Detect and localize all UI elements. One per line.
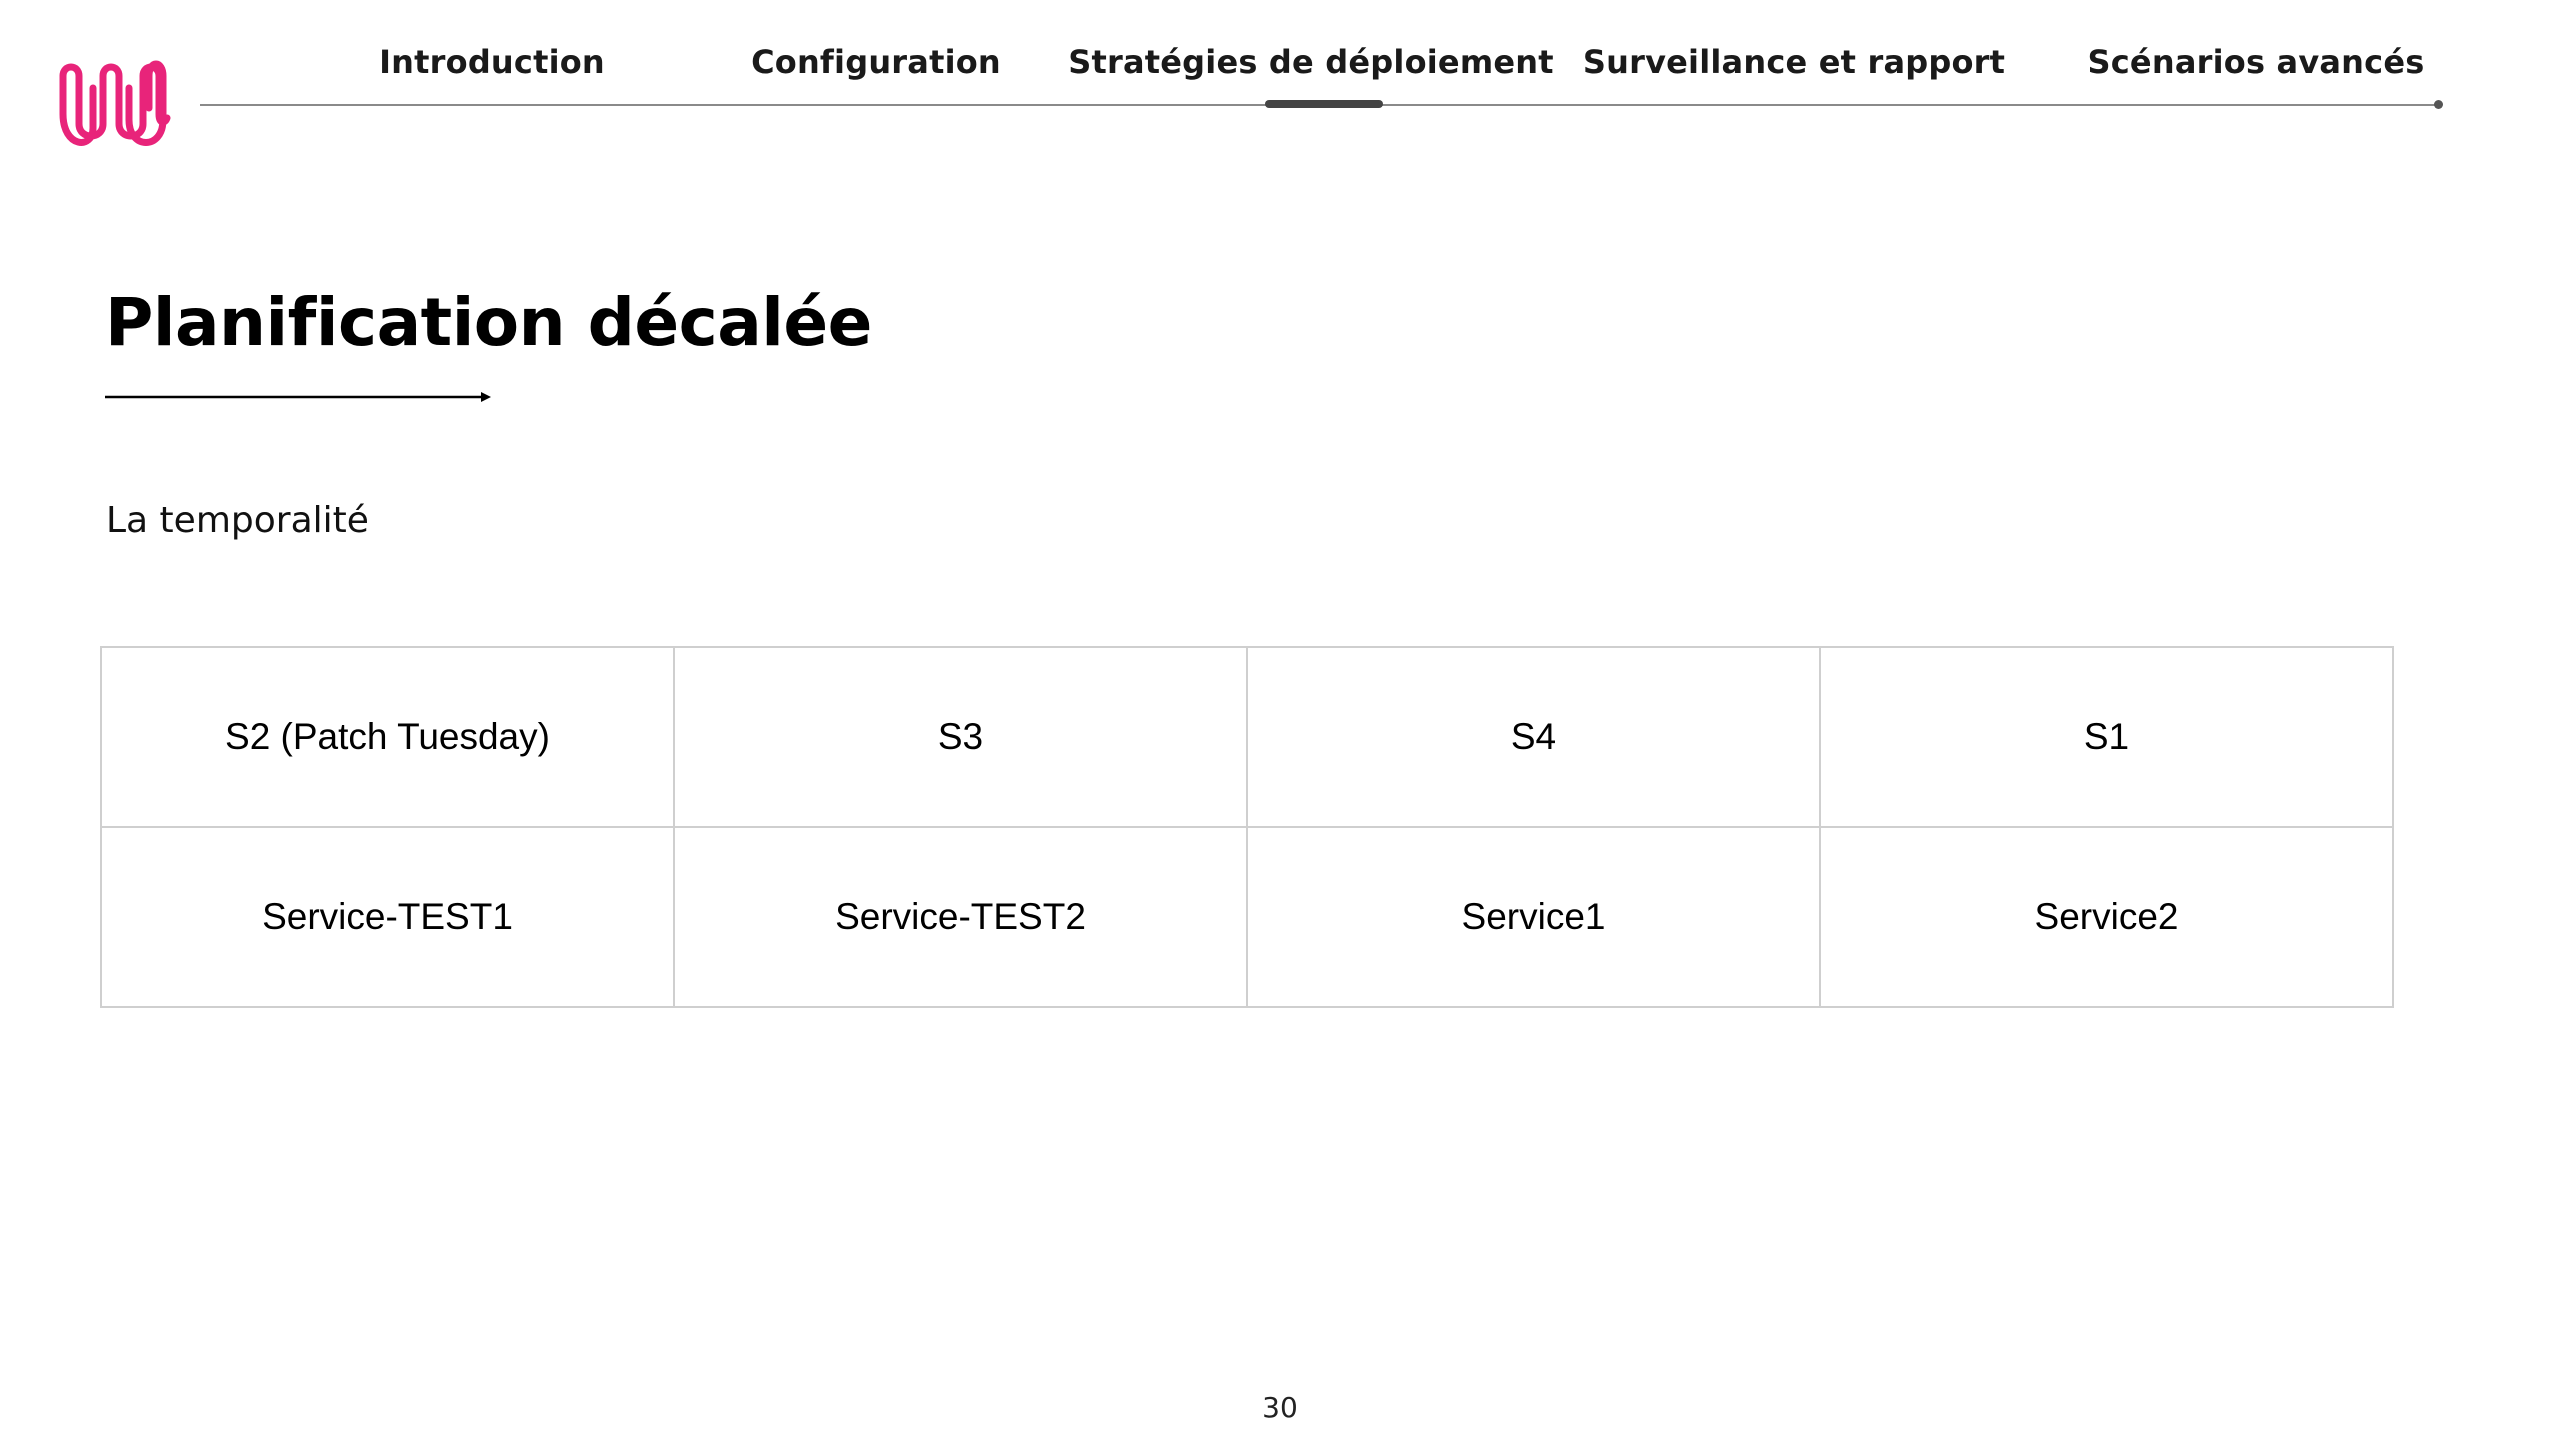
table-cell: Service-TEST1 (100, 826, 675, 1008)
table-row: Service-TEST1 Service-TEST2 Service1 Ser… (100, 826, 2394, 1008)
table-cell: Service-TEST2 (673, 826, 1248, 1008)
nav-item-deployment-strategies[interactable]: Stratégies de déploiement (1068, 40, 1554, 84)
table-row: S2 (Patch Tuesday) S3 S4 S1 (100, 646, 2394, 828)
nav-active-indicator (1265, 100, 1383, 108)
top-navigation: Introduction Configuration Stratégies de… (0, 0, 2560, 120)
nav-item-introduction[interactable]: Introduction (379, 40, 605, 84)
table-cell: S2 (Patch Tuesday) (100, 646, 675, 828)
title-underline-arrow-icon (105, 390, 491, 404)
nav-item-monitoring-reporting[interactable]: Surveillance et rapport (1583, 40, 2005, 84)
table-cell: S4 (1246, 646, 1821, 828)
table-cell: Service2 (1819, 826, 2394, 1008)
nav-line-end-dot (2434, 100, 2443, 109)
nav-item-configuration[interactable]: Configuration (751, 40, 1001, 84)
nav-item-advanced-scenarios[interactable]: Scénarios avancés (2088, 40, 2425, 84)
table-cell: S3 (673, 646, 1248, 828)
slide-page: Introduction Configuration Stratégies de… (0, 0, 2560, 1440)
table-cell: S1 (1819, 646, 2394, 828)
table-cell: Service1 (1246, 826, 1821, 1008)
slide-subtitle: La temporalité (106, 500, 369, 541)
schedule-table: S2 (Patch Tuesday) S3 S4 S1 Service-TEST… (100, 646, 2394, 1008)
page-number: 30 (1262, 1391, 1298, 1424)
slide-title: Planification décalée (105, 284, 872, 361)
